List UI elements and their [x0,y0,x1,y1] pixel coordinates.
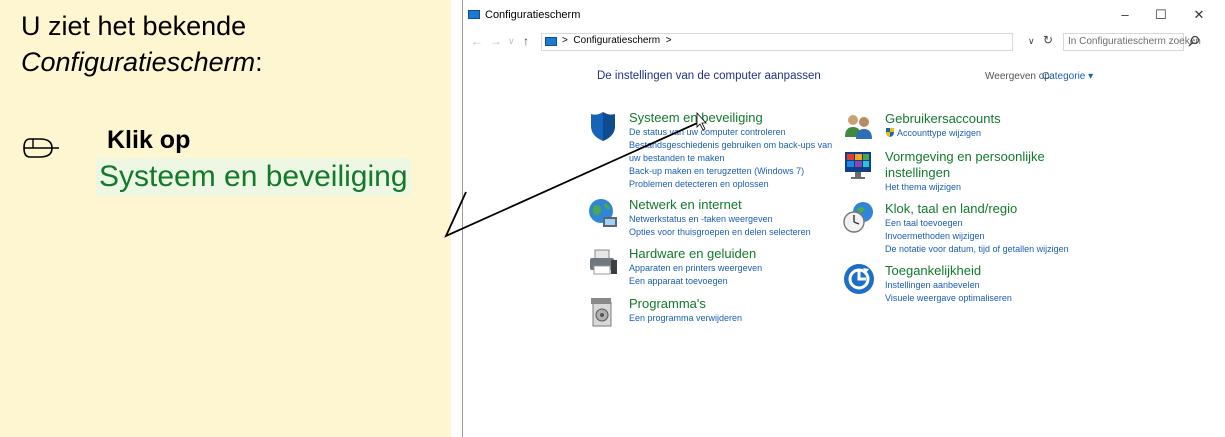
search-placeholder: In Configuratiescherm zoeken [1068,36,1201,47]
category-link[interactable]: Accounttype wijzigen [885,127,981,140]
window-title: Configuratiescherm [485,9,581,21]
search-input[interactable]: In Configuratiescherm zoeken [1063,33,1201,51]
instruction-panel: U ziet het bekende Configuratiescherm: K… [0,0,451,437]
printer-icon[interactable] [587,246,619,278]
intro-program-name: Configuratiescherm [21,47,256,77]
category-link[interactable]: Een programma verwijderen [629,312,742,325]
minimize-button[interactable]: – [1111,6,1139,24]
step-label: Klik op [107,126,191,154]
category-title[interactable]: Toegankelijkheid [885,263,981,279]
category-title-line: Vormgeving en persoonlijke [885,149,1045,164]
programs-icon[interactable] [587,296,619,328]
target-label: Systeem en beveiliging [96,158,411,196]
category-title[interactable]: Vormgeving en persoonlijke instellingen [885,149,1045,181]
category-link[interactable]: Een apparaat toevoegen [629,275,762,288]
intro-colon: : [255,47,263,77]
title-bar[interactable]: Configuratiescherm – ☐ ✕ [463,0,1224,30]
clock-globe-icon[interactable] [843,201,875,233]
breadcrumb-control-panel[interactable]: Configuratiescherm [573,35,660,46]
page-title: De instellingen van de computer aanpasse… [597,70,821,82]
category-link[interactable]: De status van uw computer controleren [629,126,832,139]
category-link[interactable]: Invoermethoden wijzigen [885,230,1069,243]
category-links: Netwerkstatus en -taken weergeven Opties… [629,213,811,239]
appearance-icon[interactable] [843,149,875,181]
globe-icon[interactable] [587,197,619,229]
control-panel-icon [468,10,480,19]
address-dropdown-icon[interactable]: ∨ [1028,36,1035,47]
category-title[interactable]: Netwerk en internet [629,197,742,213]
category-links: Accounttype wijzigen [885,127,981,140]
category-link[interactable]: Een taal toevoegen [885,217,1069,230]
address-bar[interactable]: > Configuratiescherm > [541,33,1013,51]
category-link-text: Accounttype wijzigen [897,128,982,138]
shield-icon[interactable] [587,110,619,142]
category-link[interactable]: Apparaten en printers weergeven [629,262,762,275]
view-by-dropdown[interactable]: Categorie ▾ [1042,71,1093,82]
category-links: Het thema wijzigen [885,181,961,194]
category-link[interactable]: Netwerkstatus en -taken weergeven [629,213,811,226]
category-title[interactable]: Hardware en geluiden [629,246,756,262]
breadcrumb-separator[interactable]: > [666,35,672,46]
mouse-click-icon [23,138,59,158]
category-link[interactable]: Back-up maken en terugzetten (Windows 7) [629,165,832,178]
refresh-icon[interactable]: ↻ [1043,33,1053,47]
recent-locations-icon[interactable]: ∨ [508,36,515,47]
category-links: Een programma verwijderen [629,312,742,325]
category-links: Instellingen aanbevelen Visuele weergave… [885,279,1012,305]
forward-arrow-icon[interactable]: → [490,34,502,48]
intro-line: U ziet het bekende [21,11,247,41]
category-title[interactable]: Klok, taal en land/regio [885,201,1017,217]
breadcrumb: > Configuratiescherm > [562,35,672,46]
category-links: Een taal toevoegen Invoermethoden wijzig… [885,217,1069,256]
category-link[interactable]: De notatie voor datum, tijd of getallen … [885,243,1069,256]
category-title[interactable]: Systeem en beveiliging [629,110,763,126]
control-panel-window: Configuratiescherm – ☐ ✕ ← → ∨ ↑ > Confi… [462,0,1225,437]
category-title[interactable]: Programma's [629,296,706,312]
category-link[interactable]: Instellingen aanbevelen [885,279,1012,292]
intro-text: U ziet het bekende Configuratiescherm: [21,8,263,80]
category-link[interactable]: Problemen detecteren en oplossen [629,178,832,191]
address-row: ← → ∨ ↑ > Configuratiescherm > ∨ ↻ In Co… [463,30,1224,54]
category-title[interactable]: Gebruikersaccounts [885,111,1001,127]
category-links: Apparaten en printers weergeven Een appa… [629,262,762,288]
close-button[interactable]: ✕ [1185,6,1213,24]
back-arrow-icon[interactable]: ← [471,34,483,48]
category-links: De status van uw computer controleren Be… [629,126,832,191]
maximize-button[interactable]: ☐ [1147,6,1175,24]
category-title-line: instellingen [885,165,951,180]
up-arrow-icon[interactable]: ↑ [523,34,529,48]
category-link[interactable]: Visuele weergave optimaliseren [885,292,1012,305]
control-panel-icon [545,37,557,46]
accessibility-icon[interactable] [843,263,875,295]
category-link[interactable]: Opties voor thuisgroepen en delen select… [629,226,811,239]
users-icon[interactable] [843,111,875,143]
category-link[interactable]: Bestandsgeschiedenis gebruiken om back-u… [629,139,832,152]
category-link[interactable]: Het thema wijzigen [885,181,961,194]
breadcrumb-separator[interactable]: > [562,35,568,46]
search-icon[interactable] [1188,35,1200,47]
uac-shield-icon [886,128,894,137]
category-link[interactable]: uw bestanden te maken [629,152,832,165]
